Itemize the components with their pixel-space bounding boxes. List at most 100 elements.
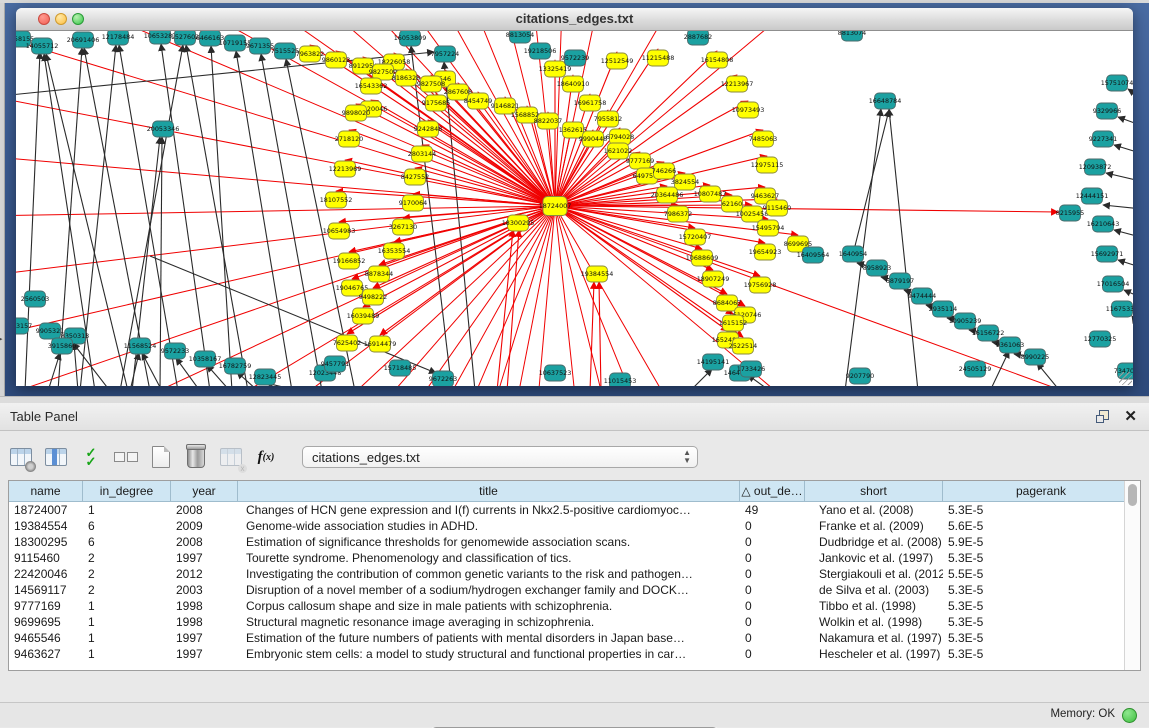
network-canvas[interactable]: 1872400718300295796382298601238912954182… xyxy=(16,31,1133,386)
pane-splitter[interactable] xyxy=(0,396,1149,403)
column-header-pagerank[interactable]: pagerank xyxy=(943,481,1140,502)
graph-node[interactable]: 8958923 xyxy=(863,260,891,276)
graph-node[interactable]: 9361063 xyxy=(996,337,1024,353)
table-cell[interactable]: 1997 xyxy=(171,550,238,566)
table-cell[interactable]: 2009 xyxy=(171,518,238,534)
table-cell[interactable]: Hescheler et al. (1997) xyxy=(805,646,943,662)
table-row[interactable]: 946362711997Embryonic stem cells: a mode… xyxy=(9,646,1140,662)
table-cell[interactable]: 2008 xyxy=(171,534,238,550)
graph-node[interactable]: 7515525 xyxy=(271,43,299,59)
table-cell[interactable]: Nakamura et al. (1997) xyxy=(805,630,943,646)
table-cell[interactable]: 1 xyxy=(83,614,171,630)
graph-node[interactable]: 2522514 xyxy=(729,338,757,354)
graph-node[interactable]: 19166852 xyxy=(333,253,366,269)
table-cell[interactable]: Corpus callosum shape and size in male p… xyxy=(238,598,740,614)
float-panel-icon[interactable] xyxy=(1096,410,1109,423)
table-cell[interactable]: 5.3E-5 xyxy=(943,550,1140,566)
function-builder-icon[interactable]: f(x) xyxy=(253,444,279,470)
graph-node[interactable]: 16914479 xyxy=(364,336,397,352)
table-cell[interactable]: 0 xyxy=(740,646,805,662)
table-cell[interactable]: 0 xyxy=(740,630,805,646)
table-cell[interactable]: Embryonic stem cells: a model to study s… xyxy=(238,646,740,662)
graph-node[interactable]: 9227341 xyxy=(1089,131,1117,147)
graph-node[interactable]: 7955812 xyxy=(594,111,622,127)
table-row[interactable]: 1456911722003Disruption of a novel membe… xyxy=(9,582,1140,598)
graph-node[interactable]: 15751074 xyxy=(1101,75,1133,91)
graph-node[interactable]: 8990225 xyxy=(1021,349,1049,365)
graph-node[interactable]: 1640954 xyxy=(839,246,867,262)
graph-node[interactable]: 12178484 xyxy=(102,31,135,45)
graph-node[interactable]: 8878344 xyxy=(365,266,393,282)
column-header-title[interactable]: title xyxy=(238,481,740,502)
table-cell[interactable]: Jankovic et al. (1997) xyxy=(805,550,943,566)
graph-node[interactable]: 8813054 xyxy=(506,31,534,43)
graph-node[interactable]: 7986372 xyxy=(664,206,692,222)
graph-node[interactable]: 16961758 xyxy=(574,95,607,111)
graph-node[interactable]: 10654983 xyxy=(323,223,356,239)
graph-node[interactable]: 10973493 xyxy=(732,102,765,118)
graph-node[interactable]: 16154808 xyxy=(701,52,734,68)
table-cell[interactable]: de Silva et al. (2003) xyxy=(805,582,943,598)
graph-node[interactable]: 11675338 xyxy=(1106,301,1133,317)
graph-node[interactable]: 18640910 xyxy=(557,76,590,92)
column-header-year[interactable]: year xyxy=(171,481,238,502)
graph-node[interactable]: 10637523 xyxy=(539,365,572,381)
graph-node[interactable]: 19756928 xyxy=(744,277,777,293)
graph-node[interactable]: 7485063 xyxy=(749,131,777,147)
network-view-window[interactable]: citations_edges.txt 18724007183002957963… xyxy=(16,8,1133,386)
table-cell[interactable]: 5.3E-5 xyxy=(943,502,1140,518)
table-cell[interactable]: Wolkin et al. (1998) xyxy=(805,614,943,630)
table-selector-dropdown[interactable]: citations_edges.txt ▲▼ xyxy=(302,446,698,468)
graph-node[interactable]: 9898020 xyxy=(342,105,370,121)
table-row[interactable]: 946554611997Estimation of the future num… xyxy=(9,630,1140,646)
table-cell[interactable]: 18724007 xyxy=(9,502,83,518)
graph-node[interactable]: 9457791 xyxy=(321,356,349,372)
graph-node[interactable]: 8454749 xyxy=(464,93,492,109)
table-cell[interactable]: 2003 xyxy=(171,582,238,598)
close-panel-icon[interactable]: ✕ xyxy=(1124,407,1137,425)
graph-node[interactable]: 15720407 xyxy=(679,229,712,245)
column-header-name[interactable]: name xyxy=(9,481,83,502)
table-cell[interactable]: Tibbo et al. (1998) xyxy=(805,598,943,614)
table-options-icon[interactable] xyxy=(8,444,34,470)
table-cell[interactable]: 1997 xyxy=(171,630,238,646)
table-cell[interactable]: 19384554 xyxy=(9,518,83,534)
graph-node[interactable]: 19654923 xyxy=(749,244,782,260)
graph-node[interactable]: 2718120 xyxy=(335,131,363,147)
table-row[interactable]: 1872400712008Changes of HCN gene express… xyxy=(9,502,1140,518)
graph-node[interactable]: 2803144 xyxy=(408,146,436,162)
table-cell[interactable]: Structural magnetic resonance image aver… xyxy=(238,614,740,630)
table-cell[interactable]: 2 xyxy=(83,550,171,566)
graph-node[interactable]: 10905239 xyxy=(949,313,982,329)
table-cell[interactable]: 0 xyxy=(740,550,805,566)
column-header-out-degree-sorted[interactable]: △ out_de… xyxy=(740,481,805,502)
new-table-icon[interactable] xyxy=(148,444,174,470)
network-svg[interactable]: 1872400718300295796382298601238912954182… xyxy=(16,31,1133,386)
collapse-arrow-icon[interactable]: ▸ xyxy=(0,335,3,343)
table-cell[interactable]: Tourette syndrome. Phenomenology and cla… xyxy=(238,550,740,566)
table-cell[interactable]: Genome-wide association studies in ADHD. xyxy=(238,518,740,534)
table-cell[interactable]: 22420046 xyxy=(9,566,83,582)
graph-node[interactable]: 9498222 xyxy=(359,289,387,305)
table-cell[interactable]: 9777169 xyxy=(9,598,83,614)
table-cell[interactable]: 9699695 xyxy=(9,614,83,630)
scrollbar-thumb[interactable] xyxy=(1128,484,1137,506)
graph-node[interactable]: 9115460 xyxy=(763,200,791,216)
graph-node[interactable]: 9572233 xyxy=(161,343,189,359)
graph-node[interactable]: 1615152 xyxy=(719,315,747,331)
graph-node[interactable]: 8903157 xyxy=(16,318,32,334)
window-titlebar[interactable]: citations_edges.txt xyxy=(16,8,1133,31)
show-columns-icon[interactable] xyxy=(43,444,69,470)
table-cell[interactable]: Yano et al. (2008) xyxy=(805,502,943,518)
graph-node[interactable]: 7963822 xyxy=(296,46,324,62)
graph-node[interactable]: 9672263 xyxy=(429,371,457,386)
graph-node[interactable]: 9474444 xyxy=(908,288,936,304)
graph-node[interactable]: 8813074 xyxy=(838,31,866,41)
table-cell[interactable]: 5.3E-5 xyxy=(943,630,1140,646)
table-cell[interactable]: Estimation of significance thresholds fo… xyxy=(238,534,740,550)
graph-node[interactable]: 8427552 xyxy=(401,169,429,185)
table-cell[interactable]: 1998 xyxy=(171,598,238,614)
table-cell[interactable]: 0 xyxy=(740,566,805,582)
table-cell[interactable]: 2008 xyxy=(171,502,238,518)
graph-node[interactable]: 10358167 xyxy=(189,351,222,367)
